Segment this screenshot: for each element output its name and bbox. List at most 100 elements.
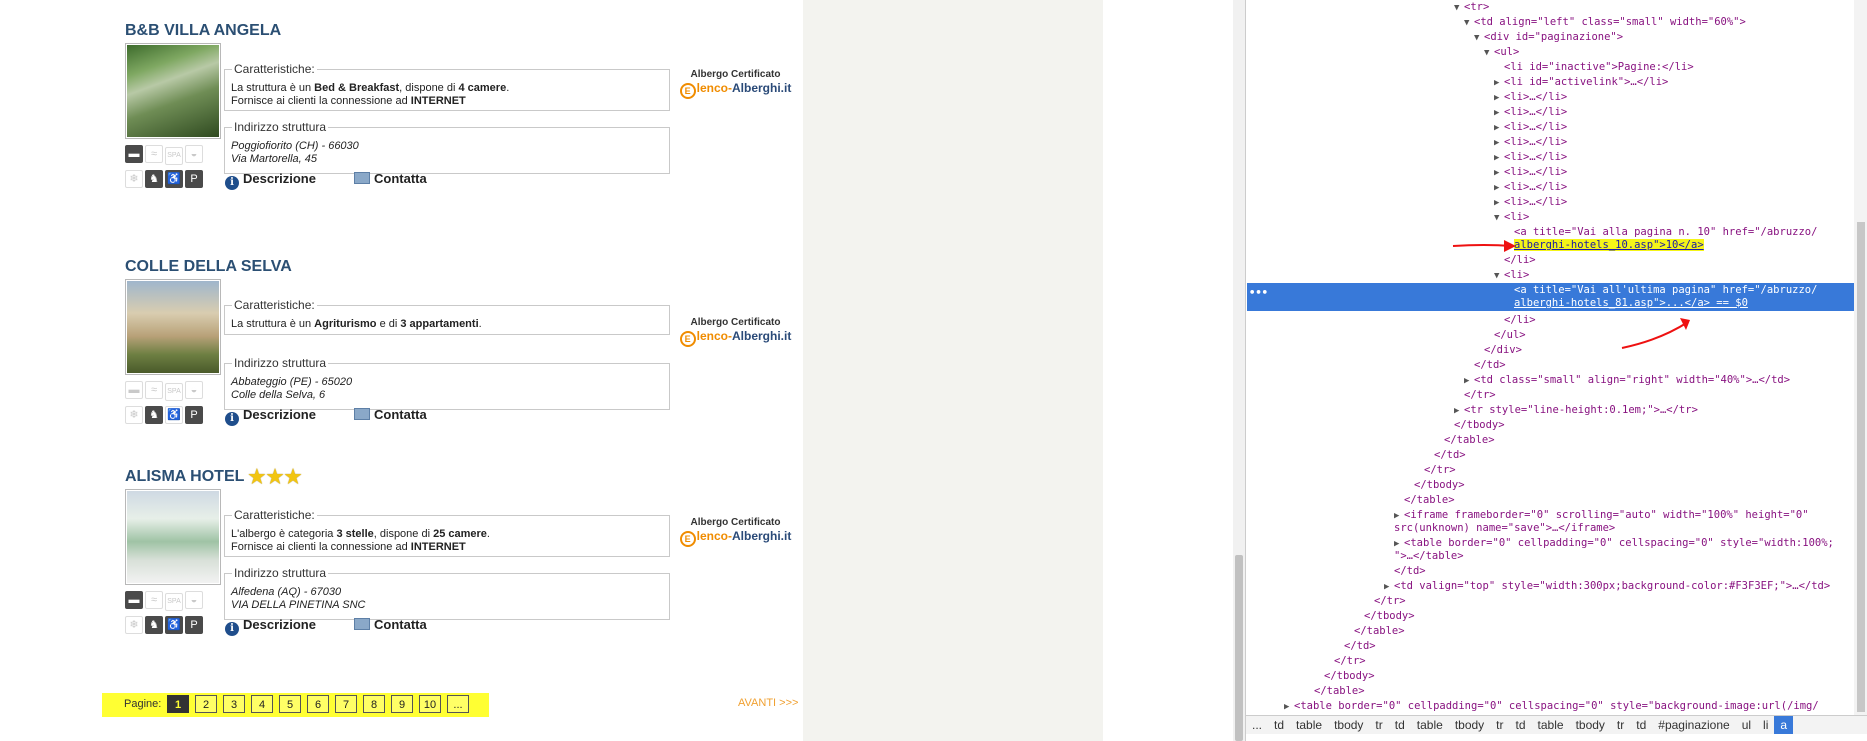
collapse-triangle-icon[interactable]: ▼ (1454, 1, 1464, 16)
breadcrumb-item[interactable]: td (1630, 716, 1652, 734)
expand-triangle-icon[interactable]: ▶ (1494, 196, 1504, 211)
expand-triangle-icon[interactable]: ▶ (1494, 121, 1504, 136)
expand-triangle-icon[interactable]: ▶ (1494, 181, 1504, 196)
breadcrumb-item[interactable]: tr (1490, 716, 1509, 734)
hotel-photo[interactable] (125, 489, 221, 585)
breadcrumb-item[interactable]: table (1290, 716, 1328, 734)
dom-node[interactable]: ▶ <li>…</li> (1494, 90, 1567, 105)
expand-triangle-icon[interactable]: ▶ (1494, 166, 1504, 181)
page-link-8[interactable]: 8 (363, 695, 385, 713)
dom-node[interactable]: ▼ <tr> (1454, 0, 1489, 15)
page-link-2[interactable]: 2 (195, 695, 217, 713)
dom-node[interactable]: ▶ <tr style="line-height:0.1em;">…</tr> (1454, 403, 1698, 418)
dom-node[interactable]: </table> (1314, 684, 1365, 699)
page-link-5[interactable]: 5 (279, 695, 301, 713)
dom-node[interactable]: ▶ <li>…</li> (1494, 120, 1567, 135)
dom-node[interactable]: ▶ <li>…</li> (1494, 180, 1567, 195)
dom-node[interactable]: </td> (1434, 448, 1466, 463)
dom-node[interactable]: ▶ <td class="small" align="right" width="… (1464, 373, 1790, 388)
certified-badge[interactable]: Albergo Certificato Elenco-Alberghi.it (678, 69, 793, 99)
next-page-link[interactable]: AVANTI >>> (738, 697, 798, 709)
contact-link[interactable]: Contatta (374, 617, 427, 632)
expand-triangle-icon[interactable]: ▶ (1494, 151, 1504, 166)
page-link-9[interactable]: 9 (391, 695, 413, 713)
page-link-10[interactable]: 10 (419, 695, 441, 713)
dom-node[interactable]: ▶ <li id="activelink">…</li> (1494, 75, 1668, 90)
devtools-scrollbar[interactable] (1854, 0, 1867, 727)
dom-node[interactable]: ▼ <li> (1494, 268, 1529, 283)
dom-node[interactable]: </tbody> (1324, 669, 1375, 684)
breadcrumb-item[interactable]: li (1757, 716, 1774, 734)
dom-node[interactable]: </td> (1394, 564, 1426, 579)
hotel-photo[interactable] (125, 43, 221, 139)
dom-node[interactable]: ▶ <li>…</li> (1494, 165, 1567, 180)
dom-node[interactable]: </ul> (1494, 328, 1526, 343)
dom-node[interactable]: ▶ <li>…</li> (1494, 135, 1567, 150)
certified-badge[interactable]: Albergo Certificato Elenco-Alberghi.it (678, 517, 793, 547)
description-link[interactable]: Descrizione (243, 171, 316, 186)
page-link-7[interactable]: 7 (335, 695, 357, 713)
collapse-triangle-icon[interactable]: ▼ (1484, 46, 1494, 61)
collapse-triangle-icon[interactable]: ▼ (1494, 269, 1504, 284)
more-options-icon[interactable]: ••• (1249, 287, 1268, 299)
hotel-name[interactable]: COLLE DELLA SELVA (125, 258, 292, 276)
dom-node-anchor-last-cont[interactable]: alberghi-hotels_81.asp">...</a> == $0 (1514, 296, 1748, 311)
dom-node[interactable]: </table> (1354, 624, 1405, 639)
dom-node[interactable]: </td> (1474, 358, 1506, 373)
expand-triangle-icon[interactable]: ▶ (1384, 580, 1394, 595)
devtools-scrollbar-thumb[interactable] (1857, 222, 1865, 712)
hotel-name[interactable]: ALISMA HOTEL ★★★ (125, 468, 303, 488)
breadcrumb-item[interactable]: #paginazione (1652, 716, 1735, 734)
hotel-photo[interactable] (125, 279, 221, 375)
dom-node[interactable]: </td> (1344, 639, 1376, 654)
description-link[interactable]: Descrizione (243, 617, 316, 632)
page-scrollbar[interactable] (1233, 0, 1245, 741)
dom-node[interactable]: </tr> (1464, 388, 1496, 403)
contact-link[interactable]: Contatta (374, 171, 427, 186)
dom-node[interactable]: ▼ <ul> (1484, 45, 1519, 60)
page-link-4[interactable]: 4 (251, 695, 273, 713)
breadcrumb-item[interactable]: tbody (1570, 716, 1611, 734)
dom-node[interactable]: </tr> (1374, 594, 1406, 609)
expand-triangle-icon[interactable]: ▶ (1494, 91, 1504, 106)
expand-triangle-icon[interactable]: ▶ (1494, 106, 1504, 121)
breadcrumb-item[interactable]: tr (1611, 716, 1630, 734)
dom-node[interactable]: src(unknown) name="save">…</iframe> (1394, 521, 1615, 536)
breadcrumb-item[interactable]: tbody (1328, 716, 1369, 734)
description-link[interactable]: Descrizione (243, 407, 316, 422)
page-link-1[interactable]: 1 (167, 695, 189, 713)
dom-node[interactable]: </div> (1484, 343, 1522, 358)
dom-node[interactable]: </li> (1504, 313, 1536, 328)
dom-node[interactable]: </tbody> (1454, 418, 1505, 433)
dom-node[interactable]: ▶ <li>…</li> (1494, 105, 1567, 120)
page-scrollbar-thumb[interactable] (1235, 555, 1243, 741)
certified-badge[interactable]: Albergo Certificato Elenco-Alberghi.it (678, 317, 793, 347)
breadcrumb-item-selected[interactable]: a (1774, 716, 1794, 734)
breadcrumb-item[interactable]: td (1268, 716, 1290, 734)
dom-node[interactable]: ▶ <li>…</li> (1494, 195, 1567, 210)
expand-triangle-icon[interactable]: ▶ (1454, 404, 1464, 419)
dom-node[interactable]: </tbody> (1364, 609, 1415, 624)
dom-node[interactable]: ▼ <li> (1494, 210, 1529, 225)
dom-node[interactable]: ▶ <td valign="top" style="width:300px;bac… (1384, 579, 1830, 594)
breadcrumb-item[interactable]: tr (1369, 716, 1388, 734)
contact-link[interactable]: Contatta (374, 407, 427, 422)
expand-triangle-icon[interactable]: ▶ (1284, 700, 1294, 715)
page-link-3[interactable]: 3 (223, 695, 245, 713)
dom-node[interactable]: ">…</table> (1394, 549, 1464, 564)
dom-node[interactable]: </tbody> (1414, 478, 1465, 493)
selected-dom-node[interactable]: ••• <a title="Vai all'ultima pagina" hre… (1247, 283, 1854, 311)
breadcrumb-item[interactable]: tbody (1449, 716, 1490, 734)
dom-node[interactable]: </li> (1504, 253, 1536, 268)
breadcrumb-item[interactable]: td (1510, 716, 1532, 734)
dom-node[interactable]: </tr> (1424, 463, 1456, 478)
dom-node[interactable]: ▼ <td align="left" class="small" width="6… (1464, 15, 1746, 30)
dom-node[interactable]: ▼ <div id="paginazione"> (1474, 30, 1623, 45)
dom-node[interactable]: ▶ <li>…</li> (1494, 150, 1567, 165)
dom-node[interactable]: </tr> (1334, 654, 1366, 669)
breadcrumb-item[interactable]: ul (1736, 716, 1757, 734)
dom-node[interactable]: </table> (1444, 433, 1495, 448)
dom-node[interactable]: ▶ <table border="0" cellpadding="0" cells… (1284, 699, 1819, 714)
hotel-name[interactable]: B&B VILLA ANGELA (125, 22, 281, 40)
breadcrumb-item[interactable]: table (1411, 716, 1449, 734)
